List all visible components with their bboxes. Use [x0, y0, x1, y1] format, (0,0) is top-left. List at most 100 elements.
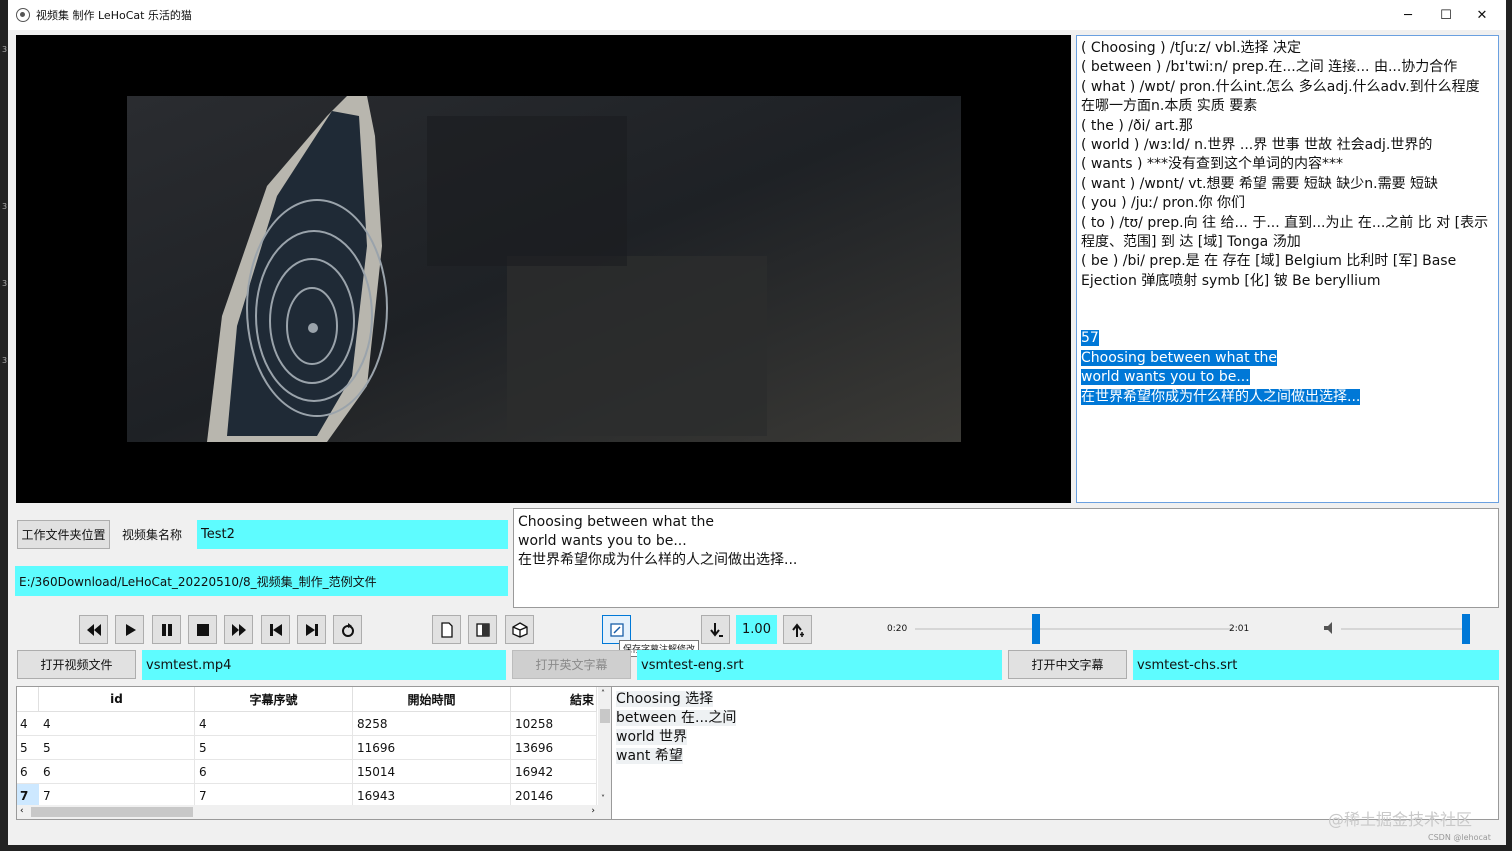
app-window: 视频集 制作 LeHoCat 乐活的猫 ─ ☐ ✕ 3 3 3 3 (Choo… — [0, 0, 1512, 851]
pause-button[interactable] — [152, 615, 181, 644]
rewind-button[interactable] — [79, 615, 108, 644]
left-marker: 3 — [2, 356, 8, 365]
play-button[interactable] — [115, 615, 144, 644]
loop-icon — [341, 622, 354, 637]
subtitle-line: Choosing between what the — [518, 514, 714, 530]
title-bar: 视频集 制作 LeHoCat 乐活的猫 ─ ☐ ✕ — [8, 0, 1506, 30]
table-cell-id[interactable]: 6 — [39, 760, 195, 784]
open-english-subtitle-button[interactable]: 打开英文字幕 — [512, 650, 631, 679]
time-start-label: 0:20 — [887, 624, 908, 634]
table-cell-start[interactable]: 8258 — [353, 712, 511, 736]
slower-button[interactable] — [701, 615, 730, 644]
table-cell-end[interactable]: 13696 — [511, 736, 597, 760]
left-marker: 3 — [2, 202, 8, 211]
column-header-id[interactable]: id — [39, 687, 195, 712]
book-icon — [475, 622, 490, 637]
book-button[interactable] — [468, 615, 497, 644]
dictionary-entry: ( what ) /wɒt/ pron.什么int.怎么 多么adj.什么adv… — [1081, 78, 1480, 115]
table-horizontal-scrollbar[interactable]: ‹ › — [17, 805, 612, 819]
volume-slider-handle[interactable] — [1462, 614, 1470, 644]
shooting-target-image — [127, 96, 961, 442]
table-cell-end[interactable]: 10258 — [511, 712, 597, 736]
table-row[interactable]: 5 5 5 11696 13696 — [17, 736, 597, 760]
dictionary-entry: ( world ) /wɜːld/ n.世界 ...界 世事 世故 社会adj.… — [1081, 137, 1433, 154]
dictionary-entry: ( wants ) ***没有查到这个单词的内容*** — [1081, 156, 1343, 173]
table-cell-seq[interactable]: 4 — [195, 712, 353, 736]
table-cell-start[interactable]: 15014 — [353, 760, 511, 784]
app-icon — [16, 8, 30, 22]
work-folder-path-field[interactable]: E:/360Download/LeHoCat_20220510/8_视频集_制作… — [15, 566, 508, 596]
video-player[interactable] — [16, 35, 1071, 503]
previous-frame-icon — [269, 623, 282, 636]
dictionary-panel[interactable]: ( Choosing ) /tʃuːz/ vbl.选择 决定 ( between … — [1076, 35, 1499, 503]
table-cell-seq[interactable]: 5 — [195, 736, 353, 760]
timeline-track[interactable] — [915, 628, 1233, 630]
package-icon — [511, 621, 528, 638]
timeline-slider-handle[interactable] — [1031, 614, 1040, 644]
video-file-field[interactable]: vsmtest.mp4 — [142, 650, 506, 680]
package-button[interactable] — [505, 615, 534, 644]
minimize-button[interactable]: ─ — [1390, 0, 1426, 30]
watermark: @稀土掘金技术社区 — [1328, 810, 1473, 829]
stop-button[interactable] — [188, 615, 217, 644]
chinese-subtitle-field[interactable]: vsmtest-chs.srt — [1133, 650, 1499, 680]
row-header[interactable]: 5 — [17, 736, 39, 760]
video-frame — [127, 96, 961, 442]
column-header-start[interactable]: 開始時間 — [353, 687, 511, 712]
faster-button[interactable] — [783, 615, 812, 644]
time-end-label: 2:01 — [1229, 624, 1250, 634]
next-frame-icon — [305, 623, 318, 636]
row-header[interactable]: 6 — [17, 760, 39, 784]
column-header-end[interactable]: 結束 — [511, 687, 597, 712]
dictionary-entry: ( you ) /juː/ pron.你 你们 — [1081, 195, 1246, 212]
next-frame-button[interactable] — [297, 615, 326, 644]
new-file-button[interactable] — [432, 615, 461, 644]
pause-icon — [161, 623, 172, 636]
subtitle-line: 在世界希望你成为什么样的人之间做出选择... — [518, 552, 798, 568]
dictionary-entry: ( be ) /bi/ prep.是 在 存在 [域] Belgium 比利时 … — [1081, 253, 1457, 289]
table-vertical-scrollbar[interactable]: ˄ ˅ — [598, 687, 612, 805]
open-chinese-subtitle-button[interactable]: 打开中文字幕 — [1008, 650, 1127, 679]
table-header: id 字幕序號 開始時間 結束 — [17, 687, 597, 712]
window-title: 视频集 制作 LeHoCat 乐活的猫 — [36, 9, 192, 22]
dictionary-entry: ( between ) /bɪ'twiːn/ prep.在...之间 连接...… — [1081, 59, 1458, 76]
edit-note-icon — [609, 622, 624, 637]
subtitle-table[interactable]: id 字幕序號 開始時間 結束 4 4 4 8258 10258 5 5 5 11696 1369… — [16, 686, 613, 820]
column-header-seq[interactable]: 字幕序號 — [195, 687, 353, 712]
dictionary-entry: ( the ) /ði/ art.那 — [1081, 117, 1193, 134]
speaker-icon[interactable] — [1322, 620, 1338, 636]
annotation-line: want 希望 — [616, 748, 683, 764]
table-cell-seq[interactable]: 6 — [195, 760, 353, 784]
selected-text-line: Choosing between what the — [1081, 349, 1277, 366]
volume-track[interactable] — [1341, 628, 1468, 630]
work-folder-button[interactable]: 工作文件夹位置 — [17, 520, 110, 549]
video-set-name-label: 视频集名称 — [122, 528, 183, 542]
english-subtitle-field[interactable]: vsmtest-eng.srt — [637, 650, 1002, 680]
table-row[interactable]: 6 6 6 15014 16942 — [17, 760, 597, 784]
stop-icon — [196, 623, 209, 636]
slower-icon — [709, 622, 723, 637]
table-row[interactable]: 4 4 4 8258 10258 — [17, 712, 597, 736]
subtitle-preview[interactable]: Choosing between what the world wants yo… — [513, 508, 1499, 608]
subtitle-line: world wants you to be... — [518, 533, 687, 549]
previous-frame-button[interactable] — [261, 615, 290, 644]
maximize-button[interactable]: ☐ — [1428, 0, 1464, 30]
new-file-icon — [440, 621, 453, 638]
close-button[interactable]: ✕ — [1464, 0, 1500, 30]
row-header[interactable]: 4 — [17, 712, 39, 736]
annotation-line: world 世界 — [616, 729, 687, 745]
table-cell-id[interactable]: 4 — [39, 712, 195, 736]
open-video-button[interactable]: 打开视频文件 — [17, 650, 136, 679]
fast-forward-button[interactable] — [224, 615, 253, 644]
left-marker: 3 — [2, 45, 8, 54]
table-cell-end[interactable]: 16942 — [511, 760, 597, 784]
table-cell-start[interactable]: 11696 — [353, 736, 511, 760]
dictionary-entries: ( Choosing ) /tʃuːz/ vbl.选择 决定 ( between … — [1081, 39, 1494, 291]
video-set-name-field[interactable]: Test2 — [197, 520, 508, 549]
dictionary-entry: ( want ) /wɒnt/ vt.想要 希望 需要 短缺 缺少n.需要 短缺 — [1081, 175, 1439, 192]
selected-text-line: 在世界希望你成为什么样的人之间做出选择... — [1081, 388, 1361, 405]
selected-text-line: world wants you to be... — [1081, 369, 1250, 386]
annotation-panel[interactable]: Choosing 选择 between 在...之间 world 世界 want… — [611, 686, 1499, 820]
table-cell-id[interactable]: 5 — [39, 736, 195, 760]
loop-button[interactable] — [333, 615, 362, 644]
